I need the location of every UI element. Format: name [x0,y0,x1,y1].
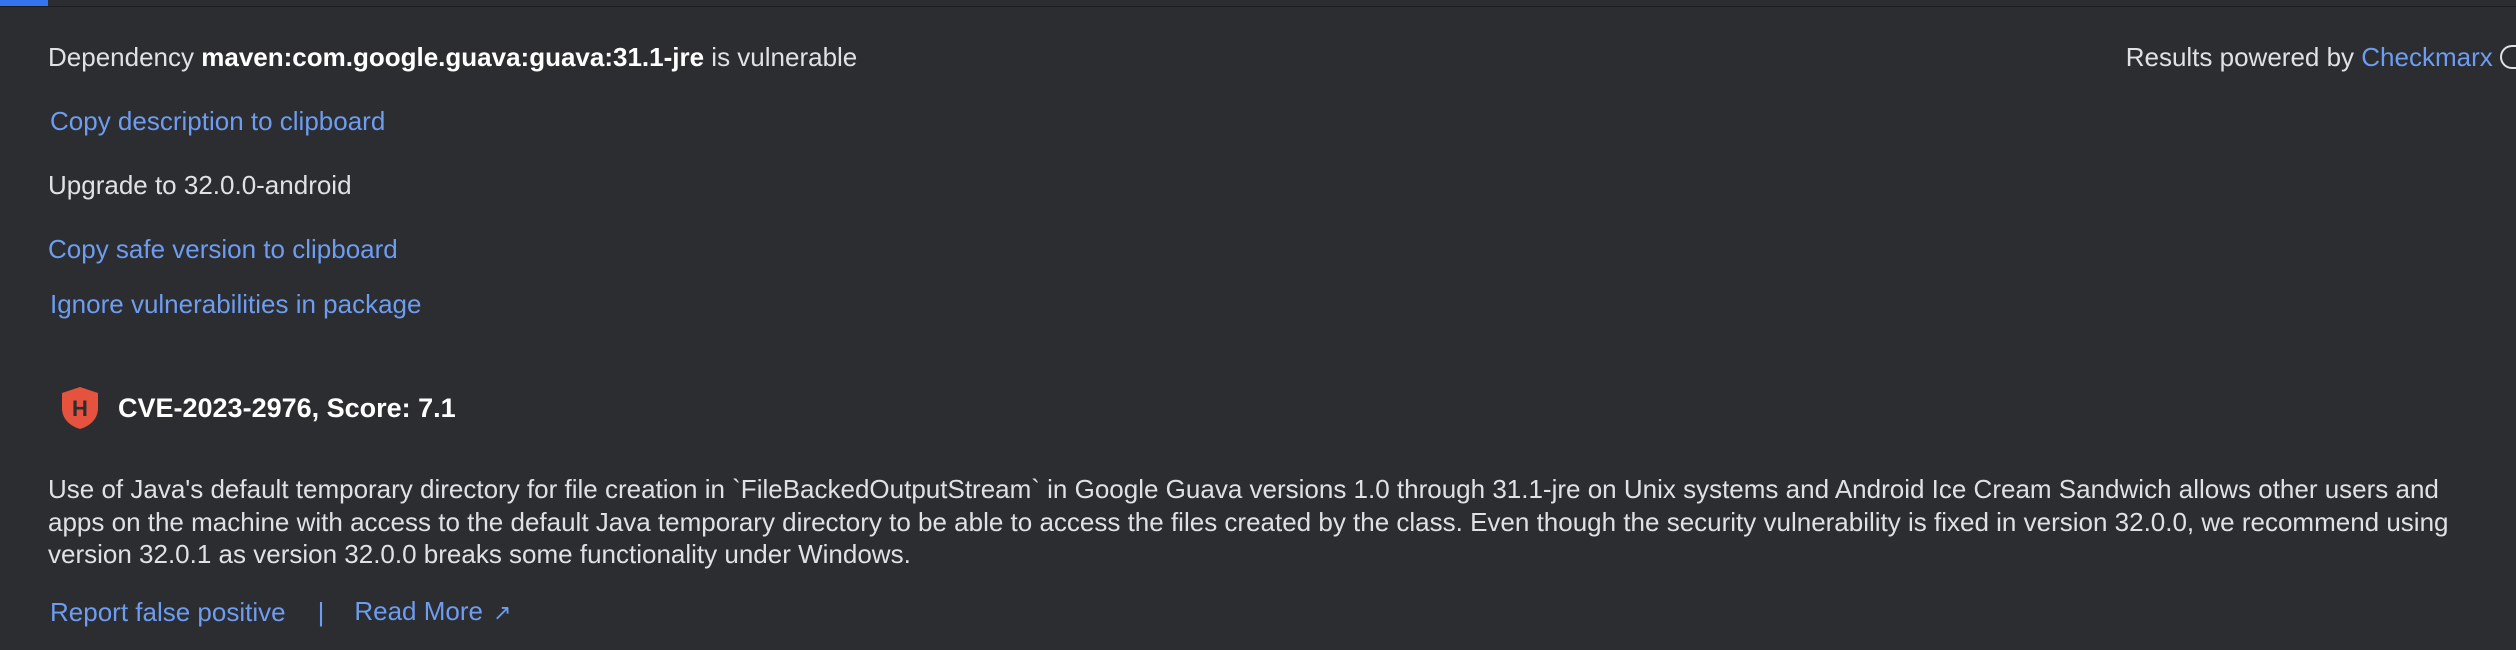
high-severity-shield-icon: H [62,387,98,429]
dependency-suffix: is vulnerable [711,42,858,72]
dependency-summary: Dependency maven:com.google.guava:guava:… [48,40,857,74]
vulnerability-description: Use of Java's default temporary director… [48,474,2449,569]
ignore-vulnerabilities-link[interactable]: Ignore vulnerabilities in package [50,287,421,321]
cve-title: CVE-2023-2976, Score: 7.1 [118,392,456,423]
powered-by: Results powered by Checkmarx [2126,40,2516,74]
footer-actions: Report false positive | Read More ↗ [50,594,511,630]
severity-letter: H [72,396,88,421]
read-more-label: Read More [354,596,483,626]
dependency-name: maven:com.google.guava:guava:31.1-jre [201,42,705,72]
cve-header: H CVE-2023-2976, Score: 7.1 [60,386,456,430]
checkmarx-logo-icon [2500,45,2516,69]
external-link-arrow-icon: ↗ [492,600,512,625]
copy-safe-version-link[interactable]: Copy safe version to clipboard [48,232,398,266]
powered-by-label: Results powered by [2125,42,2355,72]
report-false-positive-link[interactable]: Report false positive [50,595,286,629]
panel-top-border [0,0,2516,7]
footer-separator: | [317,597,325,627]
tab-indicator [0,0,48,6]
read-more-link[interactable]: Read More ↗ [354,594,511,630]
copy-description-link[interactable]: Copy description to clipboard [50,104,385,138]
dependency-prefix: Dependency [48,42,194,72]
upgrade-text: Upgrade to 32.0.0-android [48,170,352,200]
checkmarx-link[interactable]: Checkmarx [2361,42,2492,72]
